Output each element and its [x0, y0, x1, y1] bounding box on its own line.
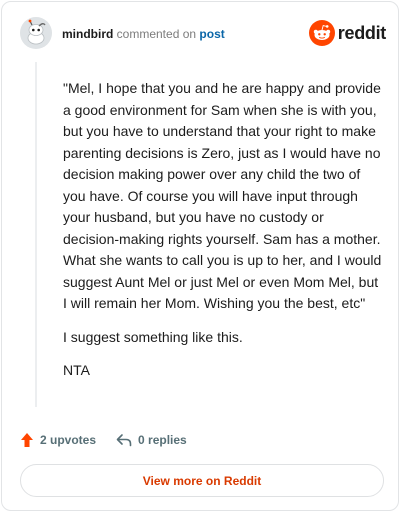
username-link[interactable]: mindbird: [62, 27, 113, 41]
snoo-avatar-icon: [20, 17, 52, 49]
reply-button[interactable]: 0 replies: [116, 433, 187, 447]
reddit-logo-icon: [308, 20, 335, 46]
comment-paragraph: I suggest something like this.: [63, 328, 243, 345]
upvote-arrow-icon: [21, 433, 33, 447]
comment-header: mindbird commented on post reddit: [20, 17, 386, 53]
action-text: commented on: [116, 27, 197, 41]
comment-paragraph: NTA: [63, 362, 90, 378]
comment-meta: mindbird commented on post: [62, 27, 225, 41]
user-avatar[interactable]: [20, 17, 52, 49]
comment-card: mindbird commented on post reddit "Mel, …: [1, 1, 399, 511]
reply-count: 0 replies: [138, 433, 187, 447]
view-more-button[interactable]: View more on Reddit: [20, 464, 384, 497]
thread-line: [35, 62, 37, 407]
comment-body: "Mel, I hope that you and he are happy a…: [63, 78, 383, 394]
upvote-button[interactable]: 2 upvotes: [20, 432, 96, 448]
post-link[interactable]: post: [199, 27, 224, 41]
reddit-brand[interactable]: reddit: [308, 20, 387, 46]
reply-arrow-icon: [116, 434, 132, 447]
upvote-count: 2 upvotes: [40, 433, 97, 447]
comment-paragraph: "Mel, I hope that you and he are happy a…: [63, 80, 382, 311]
comment-actions: 2 upvotes 0 replies: [20, 430, 207, 450]
reddit-wordmark: reddit: [337, 22, 387, 43]
view-more-label: View more on Reddit: [142, 473, 262, 488]
